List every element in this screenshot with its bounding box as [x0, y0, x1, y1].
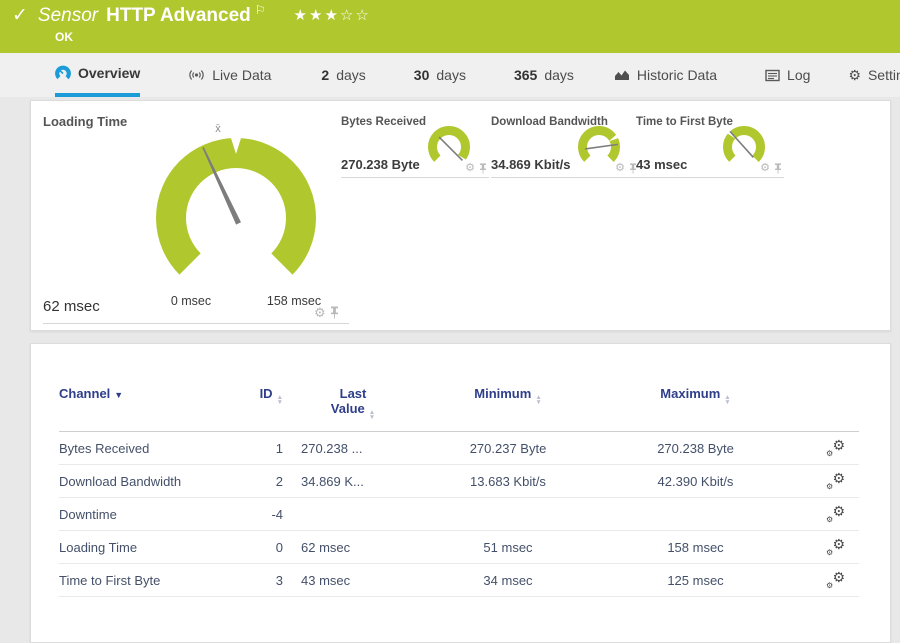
table-row: Downtime -4 ⚙ ⚙ [59, 497, 859, 532]
channel-name: Bytes Received [59, 431, 221, 466]
channel-settings-icon[interactable]: ⚙ ⚙ [826, 569, 845, 590]
table-row: Download Bandwidth 2 34.869 K... 13.683 … [59, 464, 859, 499]
column-header-maximum[interactable]: Maximum ▲ ▼ [593, 386, 798, 433]
panel-divider [43, 323, 349, 324]
channel-settings-icon[interactable]: ⚙ ⚙ [826, 437, 845, 458]
sort-icon: ▲ ▼ [276, 394, 283, 406]
log-icon [765, 69, 780, 81]
column-header-channel[interactable]: Channel ▼ [59, 386, 221, 433]
column-header-id[interactable]: ID ▲ ▼ [221, 386, 283, 433]
mini-panel-download-bandwidth: Download Bandwidth 34.869 Kbit/s ⚙ [491, 113, 639, 178]
mini-panel-time-to-first-byte: Time to First Byte 43 msec ⚙ [636, 113, 784, 178]
channel-table: Channel ▼ ID ▲ ▼ Last Value ▲ ▼ Minimum ▲ ▼ Max… [59, 386, 859, 598]
mini-gauge-title: Bytes Received [341, 116, 427, 128]
tab-365-days[interactable]: 365 days [514, 53, 574, 97]
tab-bar: Overview Live Data 2 days 30 days 365 da… [0, 53, 900, 97]
historic-chart-icon [614, 70, 629, 80]
channel-name: Time to First Byte [59, 563, 221, 598]
status-badge: OK [55, 30, 73, 44]
sort-desc-icon: ▼ [114, 390, 124, 400]
settings-gear-icon: ⚙ [848, 66, 861, 83]
table-row: Bytes Received 1 270.238 ... 270.237 Byt… [59, 431, 859, 466]
sensor-type-label: Sensor [37, 5, 99, 26]
mean-marker-label: x̄ [215, 123, 221, 135]
mini-gauge-value: 270.238 Byte [341, 157, 420, 172]
channel-table-card: Channel ▼ ID ▲ ▼ Last Value ▲ ▼ Minimum ▲ ▼ Max… [30, 343, 891, 643]
channel-settings-icon[interactable]: ⚙ ⚙ [826, 536, 845, 557]
tab-settings[interactable]: ⚙ Settings [848, 53, 900, 97]
panel-gear-icon[interactable]: ⚙ [615, 163, 625, 174]
mini-gauge-title: Time to First Byte [636, 116, 733, 128]
column-header-minimum[interactable]: Minimum ▲ ▼ [423, 386, 593, 433]
sort-icon: ▲ ▼ [724, 394, 731, 406]
column-header-actions [798, 386, 859, 433]
priority-flag-icon[interactable]: ⚐ [255, 3, 266, 17]
channel-name: Download Bandwidth [59, 464, 221, 499]
column-header-last-value[interactable]: Last Value ▲ ▼ [283, 386, 423, 433]
channel-settings-icon[interactable]: ⚙ ⚙ [826, 503, 845, 524]
panel-gear-icon[interactable]: ⚙ [760, 163, 770, 174]
tab-overview[interactable]: Overview [55, 53, 141, 97]
gauge-min-label: 0 msec [171, 294, 211, 308]
panel-gear-icon[interactable]: ⚙ [314, 306, 326, 319]
table-row: Time to First Byte 3 43 msec 34 msec 125… [59, 563, 859, 598]
panel-pin-icon[interactable] [479, 163, 487, 174]
tab-historic-data[interactable]: Historic Data [614, 53, 717, 97]
channel-settings-icon[interactable]: ⚙ ⚙ [826, 470, 845, 491]
channel-name: Downtime [59, 497, 221, 532]
sort-icon: ▲ ▼ [535, 394, 542, 406]
main-gauge-value: 62 msec [43, 298, 100, 315]
channel-name: Loading Time [59, 530, 221, 565]
tab-live-data[interactable]: Live Data [188, 53, 271, 97]
panel-pin-icon[interactable] [774, 163, 782, 174]
mini-gauge-value: 34.869 Kbit/s [491, 157, 571, 172]
main-gauge-title: Loading Time [43, 114, 128, 129]
panel-gear-icon[interactable]: ⚙ [465, 163, 475, 174]
mini-gauge-value: 43 msec [636, 157, 688, 172]
sensor-header: ✓ Sensor HTTP Advanced ⚐ ★★★☆☆ OK [0, 0, 900, 53]
page-title: HTTP Advanced [106, 5, 251, 26]
content-area: Loading Time x̄ 0 msec 158 msec 62 msec … [0, 97, 900, 643]
panel-pin-icon[interactable] [330, 306, 339, 319]
live-data-icon [189, 70, 204, 80]
main-gauge: x̄ 0 msec 158 msec [156, 123, 321, 308]
status-check-icon: ✓ [12, 5, 28, 26]
sort-icon: ▲ ▼ [368, 409, 376, 421]
tab-log[interactable]: Log [765, 53, 810, 97]
gauge-icon [55, 65, 71, 81]
table-row: Loading Time 0 62 msec 51 msec 158 msec … [59, 530, 859, 565]
rating-stars[interactable]: ★★★☆☆ [294, 6, 371, 24]
tab-2-days[interactable]: 2 days [321, 53, 365, 97]
gauges-card: Loading Time x̄ 0 msec 158 msec 62 msec … [30, 100, 891, 331]
tab-30-days[interactable]: 30 days [414, 53, 466, 97]
gauge-max-label: 158 msec [267, 294, 321, 308]
mini-panel-bytes-received: Bytes Received 270.238 Byte ⚙ [341, 113, 489, 178]
